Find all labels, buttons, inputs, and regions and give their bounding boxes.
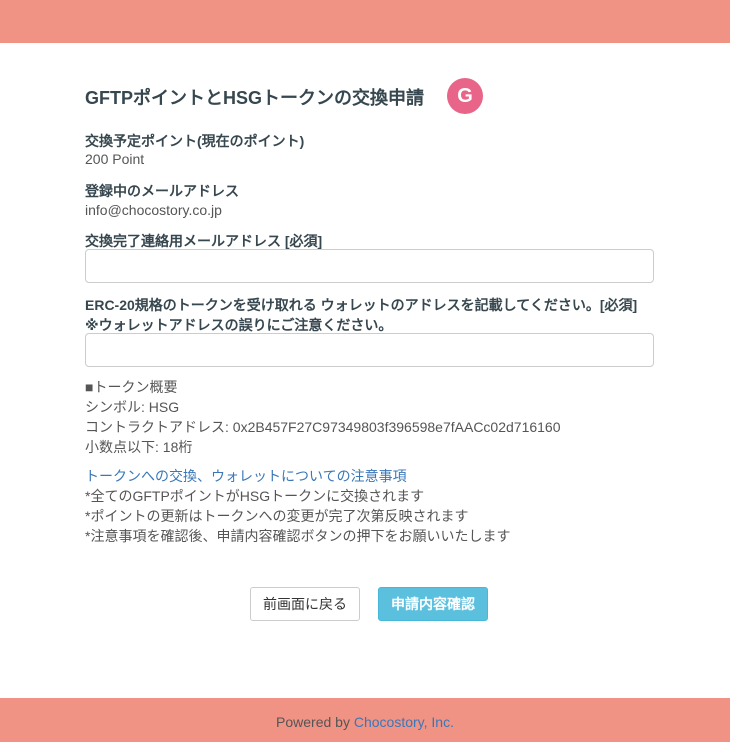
note-item: *ポイントの更新はトークンへの変更が完了次第反映されます: [85, 508, 469, 524]
email-label: 登録中のメールアドレス: [85, 183, 239, 199]
company-link[interactable]: Chocostory, Inc.: [354, 714, 454, 730]
contact-email-input[interactable]: [85, 249, 654, 283]
notes-link[interactable]: トークンへの交換、ウォレットについての注意事項: [85, 466, 407, 487]
token-decimals: 小数点以下: 18桁: [85, 439, 193, 455]
wallet-note: ※ウォレットアドレスの誤りにご注意ください。: [85, 317, 393, 333]
note-item: *全てのGFTPポイントがHSGトークンに交換されます: [85, 488, 425, 504]
wallet-address-input[interactable]: [85, 333, 654, 367]
header-bar: [0, 0, 730, 43]
footer: Powered by Chocostory, Inc.: [0, 698, 730, 742]
token-heading: ■トークン概要: [85, 379, 178, 395]
token-contract: コントラクトアドレス: 0x2B457F27C97349803f396598e7…: [85, 419, 561, 435]
logo-icon: G: [447, 78, 483, 114]
email-value: info@chocostory.co.jp: [85, 202, 222, 218]
points-value: 200 Point: [85, 151, 145, 167]
confirm-button[interactable]: 申請内容確認: [378, 587, 488, 621]
footer-prefix: Powered by: [276, 714, 354, 730]
wallet-label: ERC-20規格のトークンを受け取れる ウォレットのアドレスを記載してください。…: [85, 297, 638, 313]
contact-email-label: 交換完了連絡用メールアドレス [必須]: [85, 233, 323, 249]
points-label: 交換予定ポイント(現在のポイント): [85, 133, 305, 149]
page-title: GFTPポイントとHSGトークンの交換申請: [85, 88, 425, 108]
note-item: *注意事項を確認後、申請内容確認ボタンの押下をお願いいたします: [85, 528, 511, 544]
token-symbol: シンボル: HSG: [85, 399, 180, 415]
back-button[interactable]: 前画面に戻る: [250, 587, 360, 621]
